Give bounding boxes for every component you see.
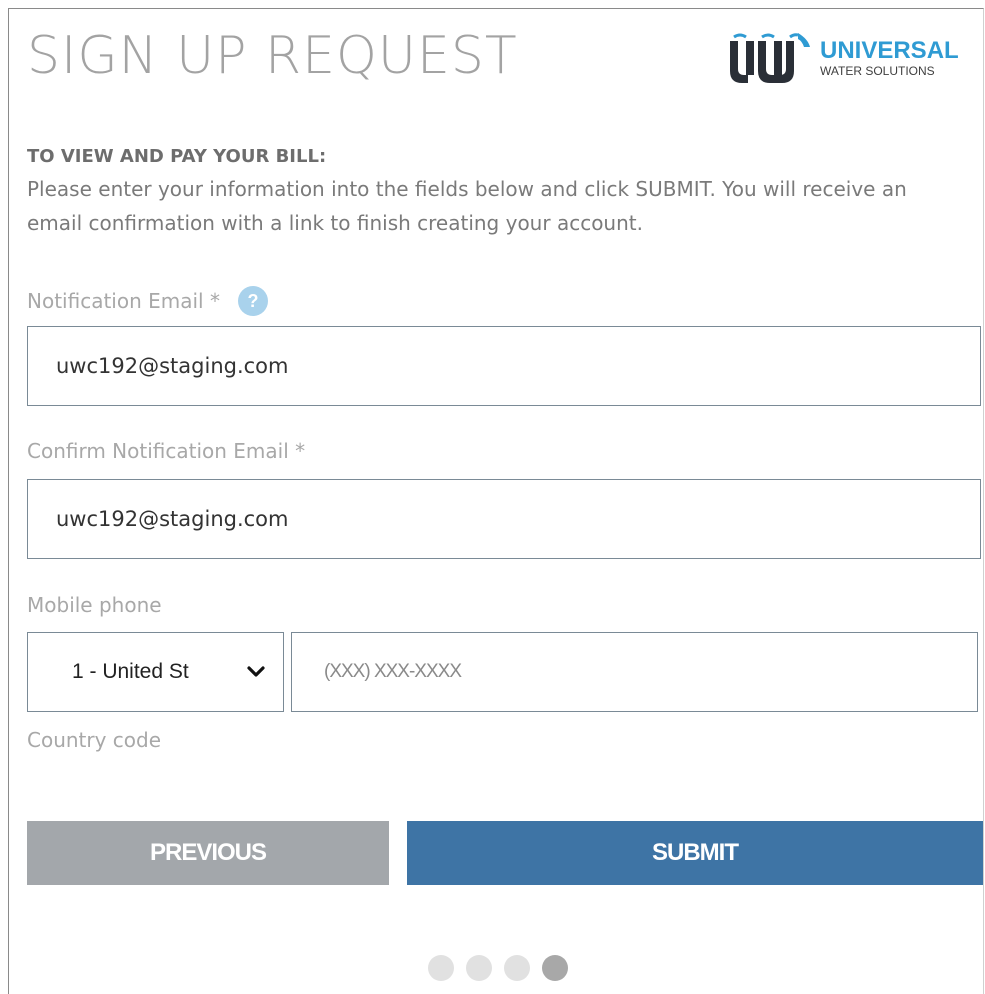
notification-email-input[interactable] bbox=[27, 326, 981, 406]
confirm-email-input[interactable] bbox=[27, 479, 981, 559]
step-indicator bbox=[428, 955, 568, 981]
step-dot[interactable] bbox=[428, 955, 454, 981]
intro-heading: TO VIEW AND PAY YOUR BILL: bbox=[27, 146, 327, 167]
logo-tagline: WATER SOLUTIONS bbox=[820, 64, 935, 78]
mobile-phone-label: Mobile phone bbox=[27, 593, 162, 617]
country-code-caption: Country code bbox=[27, 728, 162, 752]
logo-wordmark: UNIVERSAL bbox=[820, 37, 959, 64]
confirm-email-label: Confirm Notification Email * bbox=[27, 439, 306, 463]
country-code-value: 1 - United St bbox=[72, 660, 189, 683]
step-dot[interactable] bbox=[504, 955, 530, 981]
previous-button[interactable]: PREVIOUS bbox=[27, 821, 389, 885]
intro-text: Please enter your information into the f… bbox=[27, 177, 907, 235]
notification-email-label: Notification Email * ? bbox=[27, 286, 268, 316]
mobile-phone-input[interactable] bbox=[291, 632, 978, 712]
chevron-down-icon bbox=[247, 666, 265, 677]
company-logo: UNIVERSAL WATER SOLUTIONS bbox=[728, 26, 968, 90]
help-icon[interactable]: ? bbox=[237, 286, 268, 316]
logo-mark-icon bbox=[730, 33, 810, 83]
step-dot-active[interactable] bbox=[542, 955, 568, 981]
step-dot[interactable] bbox=[466, 955, 492, 981]
notification-email-label-text: Notification Email * bbox=[27, 289, 220, 313]
country-code-select[interactable]: 1 - United St bbox=[27, 632, 284, 712]
page-title: SIGN UP REQUEST bbox=[27, 26, 518, 86]
submit-button[interactable]: SUBMIT bbox=[407, 821, 983, 885]
